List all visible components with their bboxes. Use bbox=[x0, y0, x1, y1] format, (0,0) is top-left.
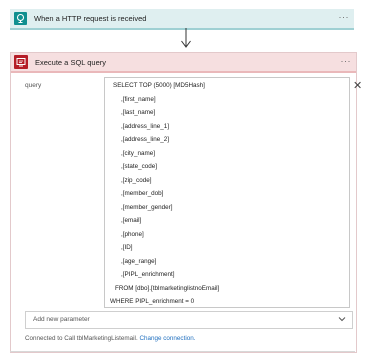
query-line: ,[last_name] bbox=[121, 109, 156, 116]
query-line: ,[address_line_1] bbox=[121, 122, 169, 130]
add-parameter-label: Add new parameter bbox=[33, 316, 90, 323]
query-line: ,[age_range] bbox=[121, 257, 157, 265]
chevron-down-icon bbox=[338, 317, 346, 322]
add-new-parameter-dropdown[interactable]: Add new parameter bbox=[25, 311, 353, 329]
http-trigger-card[interactable]: When a HTTP request is received ··· bbox=[10, 9, 354, 30]
change-connection-link[interactable]: Change connection. bbox=[139, 335, 195, 342]
query-line: FROM [dbo].[tblmarketinglistnoEmail] bbox=[115, 284, 220, 292]
query-input[interactable]: SELECT TOP (5000) [MD5Hash] ,[first_name]… bbox=[104, 77, 350, 308]
trigger-title: When a HTTP request is received bbox=[34, 14, 147, 23]
sql-card-header[interactable]: Execute a SQL query ··· bbox=[11, 53, 356, 73]
close-icon[interactable]: ✕ bbox=[353, 79, 362, 92]
http-request-icon bbox=[14, 12, 27, 25]
query-line: ,[member_dob] bbox=[121, 190, 164, 197]
query-line: ,[city_name] bbox=[121, 149, 155, 157]
connection-status: Connected to Call tblMarketingListemail.… bbox=[25, 335, 195, 342]
query-line: WHERE PIPL_enrichment = 0 bbox=[110, 298, 195, 305]
trigger-more-options-button[interactable]: ··· bbox=[339, 12, 350, 22]
designer-canvas: When a HTTP request is received ··· Exec… bbox=[0, 0, 385, 356]
query-line: ,[ID] bbox=[121, 244, 133, 251]
query-line: ,[phone] bbox=[121, 230, 144, 238]
query-line: ,[member_gender] bbox=[121, 203, 173, 211]
sql-more-options-button[interactable]: ··· bbox=[341, 56, 352, 66]
connector-arrow-icon bbox=[181, 28, 191, 48]
execute-sql-query-card: Execute a SQL query ··· query SELECT TOP… bbox=[10, 52, 362, 353]
query-line: SELECT TOP (5000) [MD5Hash] bbox=[113, 82, 205, 89]
divider bbox=[10, 351, 355, 352]
query-line: ,[zip_code] bbox=[121, 176, 152, 184]
query-field-label: query bbox=[25, 82, 42, 89]
sql-card-title: Execute a SQL query bbox=[35, 58, 107, 67]
connection-text: Connected to Call tblMarketingListemail. bbox=[25, 335, 138, 342]
query-line: ,[email] bbox=[121, 217, 142, 224]
query-line: ,[PIPL_enrichment] bbox=[121, 271, 175, 278]
query-line: ,[address_line_2] bbox=[121, 136, 169, 143]
query-line: ,[state_code] bbox=[121, 163, 158, 170]
query-line: ,[first_name] bbox=[121, 95, 156, 103]
sql-server-icon bbox=[14, 55, 28, 69]
